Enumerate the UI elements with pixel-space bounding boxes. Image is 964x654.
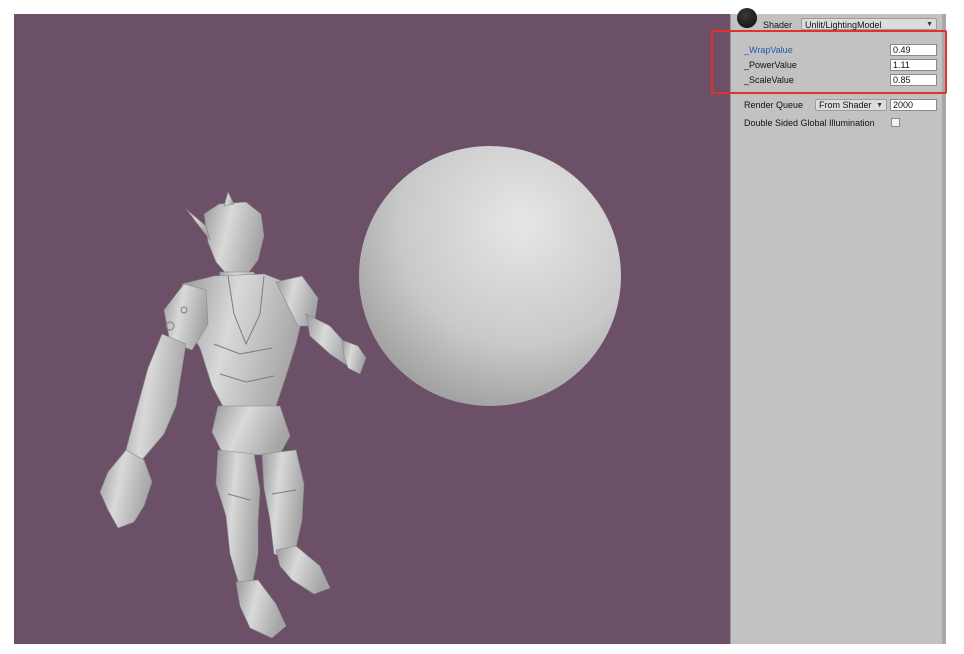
material-inspector: Shader Unlit/LightingModel ▼ _WrapValue … xyxy=(730,8,943,644)
scene-viewport[interactable] xyxy=(14,14,730,644)
shader-value: Unlit/LightingModel xyxy=(805,20,882,30)
chevron-down-icon: ▼ xyxy=(876,102,883,109)
shader-label: Shader xyxy=(763,20,793,30)
material-ball-icon xyxy=(737,8,757,28)
character-model xyxy=(99,191,367,639)
shader-dropdown[interactable]: Unlit/LightingModel ▼ xyxy=(801,18,937,30)
sphere-object xyxy=(359,146,621,406)
render-queue-label: Render Queue xyxy=(744,100,804,110)
scene-render xyxy=(99,146,621,639)
inspector-scrollbar[interactable] xyxy=(942,14,946,644)
render-queue-dropdown[interactable]: From Shader ▼ xyxy=(815,99,887,111)
properties-highlight-box xyxy=(711,30,947,94)
double-sided-gi-checkbox[interactable] xyxy=(891,118,900,127)
double-sided-gi-label: Double Sided Global Illumination xyxy=(744,118,875,128)
render-queue-mode: From Shader xyxy=(819,100,872,110)
render-queue-value-field[interactable]: 2000 xyxy=(890,99,937,111)
